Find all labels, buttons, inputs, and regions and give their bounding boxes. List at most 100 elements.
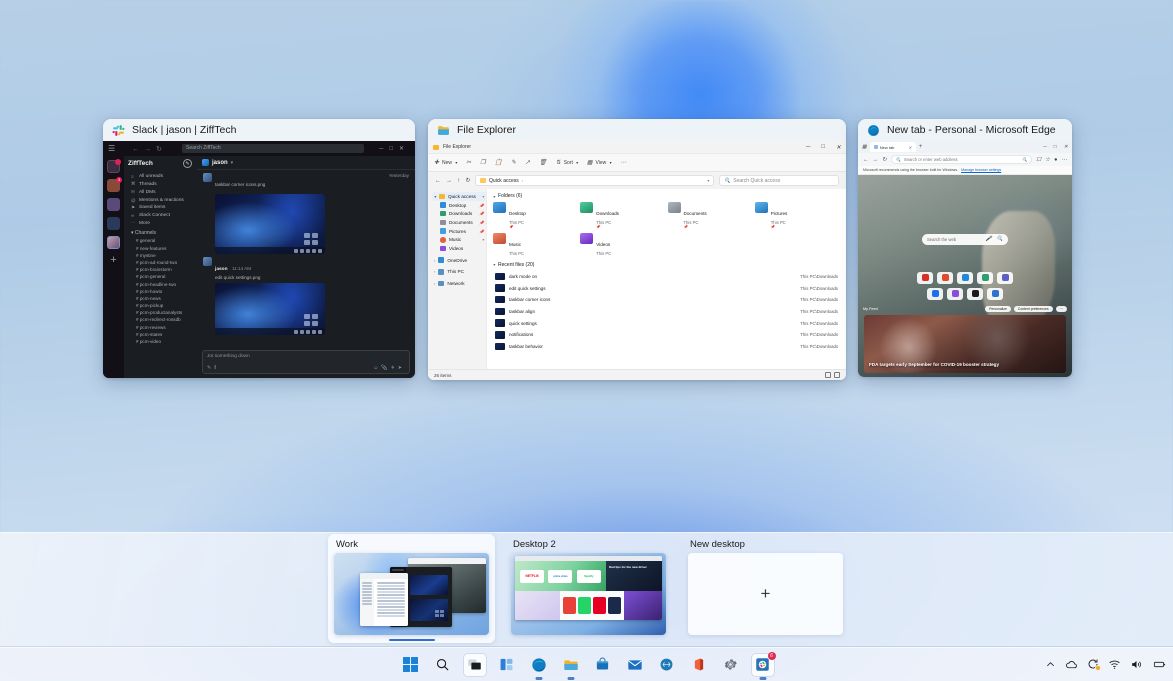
slack-composer[interactable]: Jot something down ✎‖ ☺📎✈➤ [202,350,410,374]
sidebar-item-music[interactable]: Music ▾ [432,235,486,244]
search-input[interactable]: 🔍 Search Quick access [719,175,839,186]
sidebar-item-this-pc[interactable]: › This PC [432,268,486,277]
taskbar-item-mail[interactable] [624,654,646,676]
new-button[interactable]: ✚ New ▾ [434,159,457,167]
window-controls[interactable]: ─ □ ✕ [806,144,841,151]
forward-icon[interactable]: → [446,178,452,184]
slack-rail-files-icon[interactable] [107,217,120,230]
compose-icon[interactable]: ✎ [183,159,192,168]
folder-item[interactable]: Videos This PC [580,233,665,256]
back-icon[interactable]: ← [435,178,441,184]
slack-nav-more[interactable]: ⋯ More [128,219,197,227]
slack-channel[interactable]: # pcm-productanalysts [128,309,197,316]
feed-options-icon[interactable]: ⋯ [1055,305,1067,312]
settings-menu-icon[interactable]: ⋯ [1062,157,1068,163]
quick-link-tile[interactable] [997,271,1013,284]
folder-item[interactable]: Desktop This PC 📌 [493,202,578,229]
refresh-icon[interactable]: ↻ [465,177,470,184]
browser-tab[interactable]: New tab ✕ [869,142,916,152]
collections-icon[interactable]: ☐ [1036,157,1041,163]
slack-channel[interactable]: # pcm-howto [128,288,197,295]
view-button[interactable]: ▦ View ▾ [587,159,611,167]
desktop-thumbnail-desktop-2[interactable]: NETFLIX prime video Spotify Dad tips for… [511,553,666,635]
slack-channel[interactable]: # pcm-reviews [128,324,197,331]
slack-nav-mentions[interactable]: @ Mentions & reactions [128,197,197,204]
slack-nav-all-dms[interactable]: ✉ All DMs [128,188,197,196]
quick-link-tile[interactable] [917,271,933,284]
table-row[interactable]: quick settings This PC\Downloads [493,317,840,329]
search-go-icon[interactable]: 🔍 [1022,157,1027,163]
slack-channel[interactable]: # general [128,237,197,244]
slack-window-controls[interactable]: ─□✕ [379,145,410,152]
slack-search-input[interactable]: Search ZiffTech [182,144,365,153]
slack-rail-home-icon[interactable] [107,159,121,173]
slack-channel[interactable]: # pcm-redirect-rossdb [128,316,197,323]
profile-icon[interactable]: ● [1054,157,1057,163]
slack-channel[interactable]: # pcm-news [128,295,197,302]
desktop-item-work[interactable]: Work [328,534,495,643]
sidebar-item-desktop[interactable]: Desktop 📌 [432,201,486,210]
quick-link-tile[interactable] [937,271,953,284]
taskbar-item-office[interactable] [688,654,710,676]
content-preferences-button[interactable]: Content preferences [1013,305,1053,312]
slack-channel[interactable]: # pcm-headline-two [128,280,197,287]
window-thumbnail-file-explorer[interactable]: File Explorer File Explorer ─ □ ✕ ✚ New ▾… [428,119,846,380]
table-row[interactable]: taskbar behavior This PC\Downloads [493,341,840,353]
more-options-icon[interactable]: ⋯ [620,159,626,166]
table-row[interactable]: taskbar align This PC\Downloads [493,306,840,318]
taskbar-item-file-explorer[interactable] [560,654,582,676]
tab-actions-icon[interactable]: ▦ [862,144,867,150]
new-desktop-button[interactable]: + [688,553,843,635]
network-tray-icon[interactable] [1108,658,1121,671]
rename-icon[interactable]: ✎ [511,159,516,166]
taskbar-item-settings[interactable] [720,654,742,676]
slack-nav-threads[interactable]: ⌘ Threads [128,180,197,188]
maximize-icon[interactable]: □ [821,144,825,151]
taskbar-item-slack[interactable]: 6 [751,651,776,676]
battery-tray-icon[interactable] [1152,658,1167,671]
slack-composer-send-icons[interactable]: ☺📎✈➤ [373,365,405,371]
sort-button[interactable]: ⇅ Sort ▾ [556,159,578,167]
minimize-icon[interactable]: ─ [806,144,810,151]
quick-link-tile[interactable] [957,271,973,284]
manage-browser-settings-link[interactable]: Manage browser settings [961,168,1001,172]
desktop-item-new-desktop[interactable]: New desktop + [688,539,843,635]
slack-channel[interactable]: # pcm-general [128,273,197,280]
slack-composer-format-icons[interactable]: ✎‖ [207,365,219,371]
view-toggle-buttons[interactable] [825,372,840,378]
quick-link-tile[interactable] [947,287,963,300]
slack-message-file[interactable]: taskbar corner icons.png [215,182,265,187]
slack-channel[interactable]: # pcm-ad-round-two [128,259,197,266]
sidebar-item-quick-access[interactable]: ▾ Quick access ▾ [432,192,486,201]
folder-item[interactable]: Pictures This PC 📌 [754,202,840,229]
slack-conversation-header[interactable]: jason ▾ [197,156,415,170]
desktop-thumbnail-work[interactable] [334,553,489,635]
favorites-icon[interactable]: ☆ [1045,157,1050,163]
sidebar-item-videos[interactable]: Videos [432,244,486,253]
table-row[interactable]: edit quick settings This PC\Downloads [493,282,840,294]
slack-channel[interactable]: # new-features [128,245,197,252]
personalize-button[interactable]: Personalize [985,305,1011,312]
minimize-icon[interactable]: ─ [1043,144,1047,150]
close-icon[interactable]: ✕ [1064,144,1068,150]
search-icon[interactable]: 🔍 [997,236,1003,242]
slack-rail-activity-icon[interactable] [107,198,120,211]
folder-item[interactable]: Downloads This PC 📌 [580,202,665,229]
sidebar-item-documents[interactable]: Documents 📌 [432,218,486,227]
taskbar-item-search[interactable] [432,654,454,676]
maximize-icon[interactable]: □ [1054,144,1057,150]
taskbar-item-task-view[interactable] [463,653,486,676]
folders-group-header[interactable]: ▾ Folders (6) [493,193,840,199]
address-bar-input[interactable]: 🔍 Search or enter web address 🔍 [890,155,1033,164]
news-article-card[interactable]: FDA targets early September for COVID-19… [864,315,1066,373]
refresh-icon[interactable]: ↻ [882,157,887,163]
news-feed-label[interactable]: My Feed [863,307,878,311]
sidebar-item-network[interactable]: › Network [432,279,486,288]
delete-icon[interactable]: 🗑 [539,159,547,166]
folder-item[interactable]: Documents This PC 📌 [667,202,753,229]
cut-icon[interactable]: ✂ [466,159,471,166]
quick-link-tile[interactable] [927,287,943,300]
share-icon[interactable]: ↗ [525,159,530,166]
tiles-view-icon[interactable] [834,372,840,378]
slack-nav-slack-connect[interactable]: ∞ Slack Connect [128,212,197,219]
